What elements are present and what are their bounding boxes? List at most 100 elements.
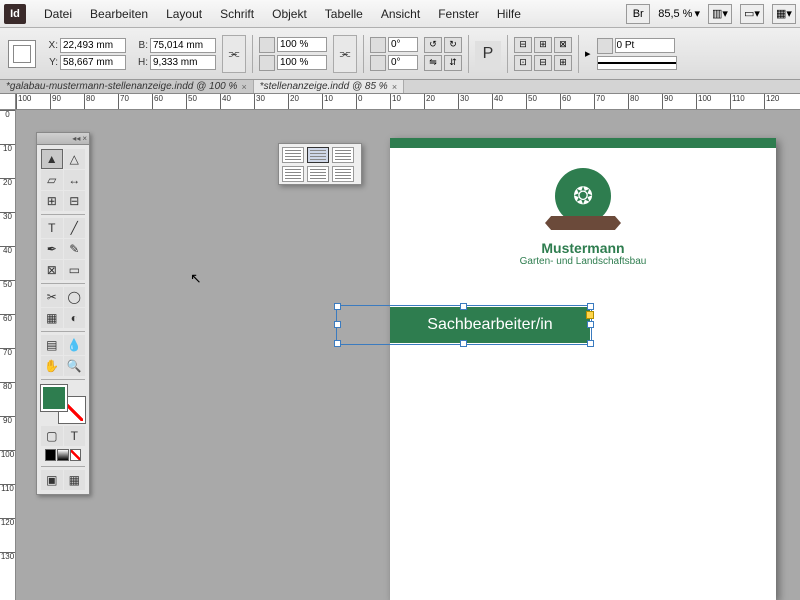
content-collector-tool[interactable]: ⊞ [41, 191, 63, 211]
menu-objekt[interactable]: Objekt [264, 3, 315, 25]
close-icon[interactable]: × [241, 82, 246, 92]
pen-tool[interactable]: ✒ [41, 239, 63, 259]
scissors-tool[interactable]: ✂ [41, 287, 63, 307]
rect-tool[interactable]: ▭ [64, 260, 86, 280]
preview-mode[interactable]: ▦ [64, 470, 86, 490]
tools-header[interactable]: ◂◂× [37, 133, 89, 145]
page-header-bar [390, 138, 776, 148]
menu-fenster[interactable]: Fenster [430, 3, 487, 25]
eyedropper-tool[interactable]: 💧 [64, 335, 86, 355]
document-page[interactable]: ❂ Mustermann Garten- und Landschaftsbau [390, 138, 776, 600]
menu-schrift[interactable]: Schrift [212, 3, 262, 25]
live-corner-widget[interactable] [586, 311, 594, 319]
free-transform-tool[interactable]: ◯ [64, 287, 86, 307]
formatting-container[interactable]: ▢ [41, 426, 63, 446]
zoom-dropdown[interactable]: 85,5 % ▾ [658, 7, 700, 20]
link-wh-icon[interactable]: ⫘ [222, 35, 246, 73]
rotate-cw-icon[interactable]: ↻ [444, 37, 462, 53]
handle-bot-right[interactable] [587, 340, 594, 347]
stroke-weight-input[interactable] [615, 38, 675, 53]
height-input[interactable] [150, 55, 216, 70]
handle-top-mid[interactable] [460, 303, 467, 310]
direct-selection-tool[interactable]: △ [64, 149, 86, 169]
logo-circle: ❂ [555, 168, 611, 224]
wrap-bounding[interactable] [307, 147, 329, 163]
pencil-tool[interactable]: ✎ [64, 239, 86, 259]
close-icon[interactable]: × [82, 134, 87, 143]
zoom-tool[interactable]: 🔍 [64, 356, 86, 376]
hand-tool[interactable]: ✋ [41, 356, 63, 376]
gradient-swatch-tool[interactable]: ▦ [41, 308, 63, 328]
handle-bot-mid[interactable] [460, 340, 467, 347]
flip-v-icon[interactable]: ⇵ [444, 55, 462, 71]
headline-text[interactable]: Sachbearbeiter/in [390, 307, 590, 343]
ruler-origin[interactable] [0, 94, 16, 110]
wrap-shape[interactable] [332, 147, 354, 163]
gap-tool[interactable]: ↔ [64, 170, 86, 190]
type-tool[interactable]: T [41, 218, 63, 238]
align-1[interactable]: ⊟ [514, 37, 532, 53]
menu-ansicht[interactable]: Ansicht [373, 3, 428, 25]
flip-h-icon[interactable]: ⇋ [424, 55, 442, 71]
stroke-style-dropdown[interactable] [597, 56, 677, 70]
stroke-icon [597, 38, 613, 54]
shear-input[interactable] [388, 55, 418, 70]
scale-x-input[interactable] [277, 37, 327, 52]
menu-hilfe[interactable]: Hilfe [489, 3, 529, 25]
link-scale-icon[interactable]: ⫘ [333, 35, 357, 73]
align-4[interactable]: ⊡ [514, 55, 532, 71]
handle-top-right[interactable] [587, 303, 594, 310]
scale-y-input[interactable] [277, 55, 327, 70]
handle-mid-left[interactable] [334, 321, 341, 328]
formatting-text[interactable]: T [64, 426, 86, 446]
wrap-invert[interactable] [332, 166, 354, 182]
x-input[interactable] [60, 38, 126, 53]
tab-doc-1[interactable]: *galabau-mustermann-stellenanzeige.indd … [0, 80, 254, 93]
menu-datei[interactable]: Datei [36, 3, 80, 25]
note-tool[interactable]: ▤ [41, 335, 63, 355]
rotate-ccw-icon[interactable]: ↺ [424, 37, 442, 53]
wrap-none[interactable] [282, 147, 304, 163]
menu-tabelle[interactable]: Tabelle [317, 3, 371, 25]
view-mode-3[interactable]: ▦▾ [772, 4, 796, 24]
normal-view-mode[interactable]: ▣ [41, 470, 63, 490]
tools-panel: ◂◂× ▲△ ▱↔ ⊞⊟ T╱ ✒✎ ⊠▭ ✂◯ ▦◐ ▤💧 ✋🔍 ▢T ▣▦ [36, 132, 90, 495]
content-placer-tool[interactable]: ⊟ [64, 191, 86, 211]
handle-top-left[interactable] [334, 303, 341, 310]
align-3[interactable]: ⊠ [554, 37, 572, 53]
tab-doc-2[interactable]: *stellenanzeige.indd @ 85 %× [254, 80, 404, 93]
apply-color[interactable] [45, 449, 56, 461]
company-logo-block: ❂ Mustermann Garten- und Landschaftsbau [390, 168, 776, 267]
ruler-vertical[interactable]: 0102030405060708090100110120130 [0, 110, 16, 600]
collapse-icon[interactable]: ◂◂ [72, 134, 80, 143]
apply-gradient[interactable] [57, 449, 68, 461]
wrap-jump-next[interactable] [307, 166, 329, 182]
fill-stroke-swatch[interactable] [41, 385, 85, 423]
align-5[interactable]: ⊟ [534, 55, 552, 71]
selection-tool[interactable]: ▲ [41, 149, 63, 169]
reference-point[interactable] [8, 40, 36, 68]
rect-frame-tool[interactable]: ⊠ [41, 260, 63, 280]
apply-none[interactable] [70, 449, 81, 461]
handle-mid-right[interactable] [587, 321, 594, 328]
align-2[interactable]: ⊞ [534, 37, 552, 53]
fill-swatch[interactable] [41, 385, 67, 411]
view-mode-1[interactable]: ▥▾ [708, 4, 732, 24]
selected-text-frame[interactable]: Sachbearbeiter/in [338, 307, 590, 343]
bridge-button[interactable]: Br [626, 4, 650, 24]
handle-bot-left[interactable] [334, 340, 341, 347]
line-tool[interactable]: ╱ [64, 218, 86, 238]
rotate-input[interactable] [388, 37, 418, 52]
menu-bearbeiten[interactable]: Bearbeiten [82, 3, 156, 25]
view-mode-2[interactable]: ▭▾ [740, 4, 764, 24]
document-tabs: *galabau-mustermann-stellenanzeige.indd … [0, 80, 800, 94]
gradient-feather-tool[interactable]: ◐ [64, 308, 86, 328]
close-icon[interactable]: × [392, 82, 397, 92]
menu-layout[interactable]: Layout [158, 3, 210, 25]
align-6[interactable]: ⊞ [554, 55, 572, 71]
page-tool[interactable]: ▱ [41, 170, 63, 190]
width-input[interactable] [150, 38, 216, 53]
ruler-horizontal[interactable]: 1009080706050403020100102030405060708090… [16, 94, 800, 110]
y-input[interactable] [60, 55, 126, 70]
wrap-jump[interactable] [282, 166, 304, 182]
